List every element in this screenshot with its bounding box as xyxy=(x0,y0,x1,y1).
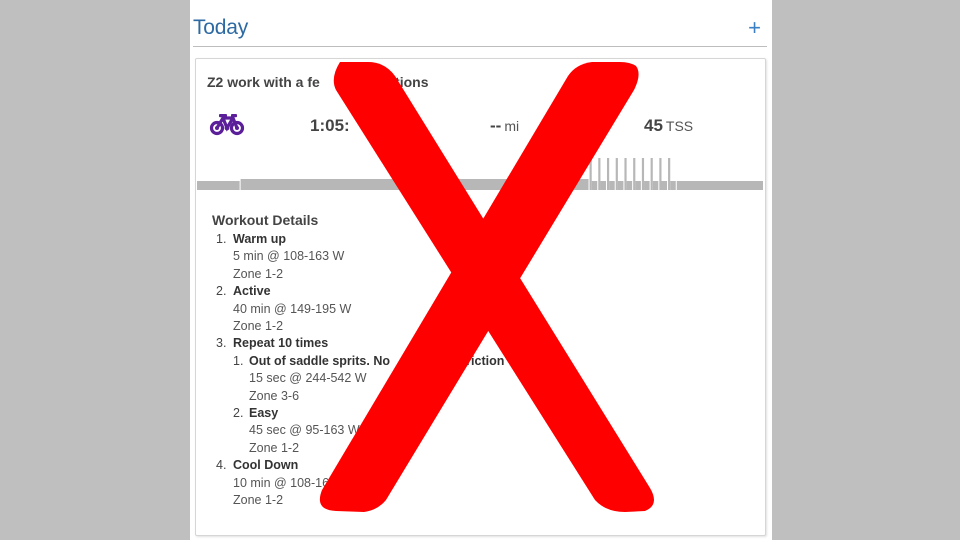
step-item: 4. Cool Down 10 min @ 108-16 Zone 1-2 xyxy=(212,457,504,509)
day-title: Today xyxy=(193,16,249,39)
interval-off-block xyxy=(609,181,615,190)
step-target: 5 min @ 108-163 W xyxy=(233,249,345,264)
workout-details: Workout Details 1. Warm up 5 min @ 108-1… xyxy=(212,212,504,510)
interval-off-block xyxy=(600,181,606,190)
step-number: 2. xyxy=(216,284,227,299)
step-number: 3. xyxy=(216,336,227,351)
interval-on-block xyxy=(641,158,645,190)
workout-title: Z2 work with a fe rations xyxy=(207,74,429,90)
interval-off-block xyxy=(652,181,659,190)
substep-item: 2. Easy 45 sec @ 95-163 W Zone 1-2 xyxy=(233,405,504,457)
interval-on-block xyxy=(650,158,653,190)
step-zone: Zone 1-2 xyxy=(233,319,284,334)
interval-on-block xyxy=(598,158,601,190)
step-name: Cool Down xyxy=(233,458,299,473)
step-item-repeat: 3. Repeat 10 times 1. Out of saddle spri… xyxy=(212,335,504,457)
workout-structure-graph xyxy=(197,158,763,190)
interval-on-block xyxy=(606,158,610,190)
step-item: 2. Active 40 min @ 149-195 W Zone 1-2 xyxy=(212,283,504,335)
add-workout-button[interactable]: + xyxy=(748,16,761,40)
step-number: 1. xyxy=(216,232,227,246)
warm-up-block xyxy=(197,181,240,190)
interval-on-block xyxy=(589,158,592,190)
step-zone: Zone 1-2 xyxy=(233,493,284,508)
active-block xyxy=(240,179,589,190)
step-target: 10 min @ 108-16 xyxy=(233,475,330,490)
workout-card[interactable]: Z2 work with a fe rations 1:05: -- mi 45 TS xyxy=(195,58,766,536)
substep-item: 1. Out of saddle sprits. No triction 15 s… xyxy=(233,353,504,405)
substep-name-start: Out of saddle sprits. No xyxy=(249,353,390,368)
step-item: 1. Warm up 5 min @ 108-163 W Zone 1-2 xyxy=(212,231,504,283)
substep-target: 45 sec @ 95-163 W xyxy=(249,423,360,438)
workout-tss: 45 TSS xyxy=(644,116,693,136)
substep-target: 15 sec @ 244-542 W xyxy=(249,371,367,386)
workout-details-title: Workout Details xyxy=(212,212,319,228)
duration-value: 1:05: xyxy=(310,116,350,135)
step-name: Repeat 10 times xyxy=(233,336,329,351)
workout-duration: 1:05: xyxy=(310,116,350,136)
step-name: Warm up xyxy=(233,232,287,246)
workout-distance: -- mi xyxy=(490,116,519,136)
interval-off-block xyxy=(644,181,650,190)
substep-number: 2. xyxy=(233,406,244,421)
interval-off-block xyxy=(591,181,598,190)
interval-on-block xyxy=(615,158,618,190)
step-target: 40 min @ 149-195 W xyxy=(233,301,352,316)
substep-number: 1. xyxy=(233,353,244,368)
substep-name-end: triction xyxy=(462,353,505,368)
step-zone: Zone 1-2 xyxy=(233,266,284,281)
step-name: Active xyxy=(233,284,271,299)
step-number: 4. xyxy=(216,458,227,473)
step-list: 1. Warm up 5 min @ 108-163 W Zone 1-2 2.… xyxy=(212,231,504,510)
substep-name: Easy xyxy=(249,406,279,421)
substep-zone: Zone 3-6 xyxy=(249,388,300,403)
interval-off-block xyxy=(626,181,633,190)
interval-on-block xyxy=(668,158,671,190)
workout-title-end: rations xyxy=(381,74,429,90)
distance-unit: mi xyxy=(504,118,520,134)
interval-on-block xyxy=(659,158,662,190)
calendar-day-panel: Today + Z2 work with a fe rations 1:05: xyxy=(190,0,772,540)
substep-list: 1. Out of saddle sprits. No triction 15 s… xyxy=(233,353,504,457)
tss-value: 45 xyxy=(644,116,663,135)
workout-title-start: Z2 work with a fe xyxy=(207,74,320,90)
cool-down-block xyxy=(676,181,763,190)
interval-off-block xyxy=(670,181,676,190)
interval-off-block xyxy=(661,181,668,190)
interval-off-block xyxy=(617,181,624,190)
substep-zone: Zone 1-2 xyxy=(249,440,300,455)
distance-value: -- xyxy=(490,116,502,135)
interval-off-block xyxy=(635,181,641,190)
bike-icon xyxy=(209,114,245,136)
interval-on-block xyxy=(624,158,627,190)
tss-unit: TSS xyxy=(665,118,694,134)
substep-name: Out of saddle sprits. No triction xyxy=(249,353,504,370)
interval-on-block xyxy=(633,158,636,190)
day-header: Today + xyxy=(193,14,767,47)
